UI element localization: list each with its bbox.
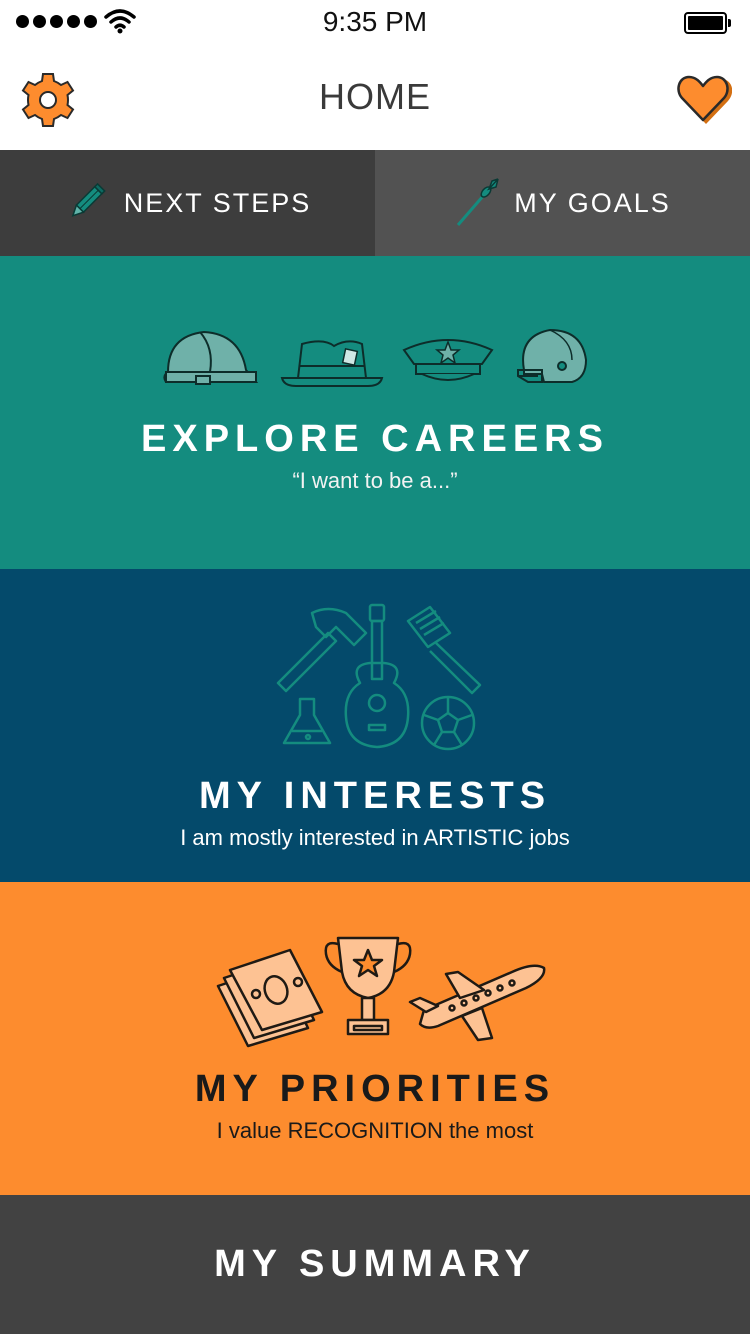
my-priorities-title: MY PRIORITIES (194, 1068, 556, 1110)
tab-next-steps-label: NEXT STEPS (123, 187, 312, 218)
dart-icon (457, 178, 499, 226)
football-helmet-icon (517, 328, 588, 383)
trophy-icon (324, 936, 412, 1036)
explore-careers-card[interactable]: EXPLORE CAREERS “I want to be a...” (0, 256, 750, 569)
pencil-icon (71, 182, 106, 217)
my-priorities-subtitle: I value RECOGNITION the most (216, 1118, 534, 1143)
soccer-ball-icon (420, 695, 476, 751)
money-icon (216, 948, 324, 1048)
my-interests-title: MY INTERESTS (198, 775, 552, 817)
my-priorities-card[interactable]: MY PRIORITIES I value RECOGNITION the mo… (0, 882, 750, 1195)
flask-icon (282, 697, 332, 745)
my-summary-card[interactable]: MY SUMMARY (0, 1195, 750, 1334)
interests-illustration (276, 603, 482, 751)
explore-careers-title: EXPLORE CAREERS (141, 418, 609, 460)
spatula-icon (406, 605, 482, 695)
airplane-icon (408, 964, 546, 1042)
career-hats-illustration (163, 328, 588, 387)
my-interests-subtitle: I am mostly interested in ARTISTIC jobs (180, 825, 570, 850)
tab-my-goals-label: MY GOALS (514, 187, 671, 218)
nav-bar: HOME (0, 44, 750, 150)
favorites-button[interactable] (676, 74, 733, 126)
page-title: HOME (319, 76, 431, 117)
police-cap-icon (402, 339, 494, 381)
tab-next-steps[interactable]: NEXT STEPS (0, 150, 375, 256)
my-summary-title: MY SUMMARY (214, 1243, 536, 1285)
status-time: 9:35 PM (322, 6, 428, 37)
hard-hat-icon (163, 330, 259, 385)
explore-careers-subtitle: “I want to be a...” (292, 468, 458, 493)
hammer-icon (276, 607, 368, 693)
tab-bar: NEXT STEPS MY GOALS (0, 150, 750, 256)
battery-icon (684, 12, 731, 34)
fedora-hat-icon (280, 340, 384, 387)
tab-my-goals[interactable]: MY GOALS (375, 150, 750, 256)
heart-icon (677, 75, 733, 124)
status-bar: 9:35 PM (0, 0, 750, 44)
my-interests-card[interactable]: MY INTERESTS I am mostly interested in A… (0, 569, 750, 882)
priorities-illustration (216, 936, 546, 1048)
guitar-icon (344, 603, 410, 749)
